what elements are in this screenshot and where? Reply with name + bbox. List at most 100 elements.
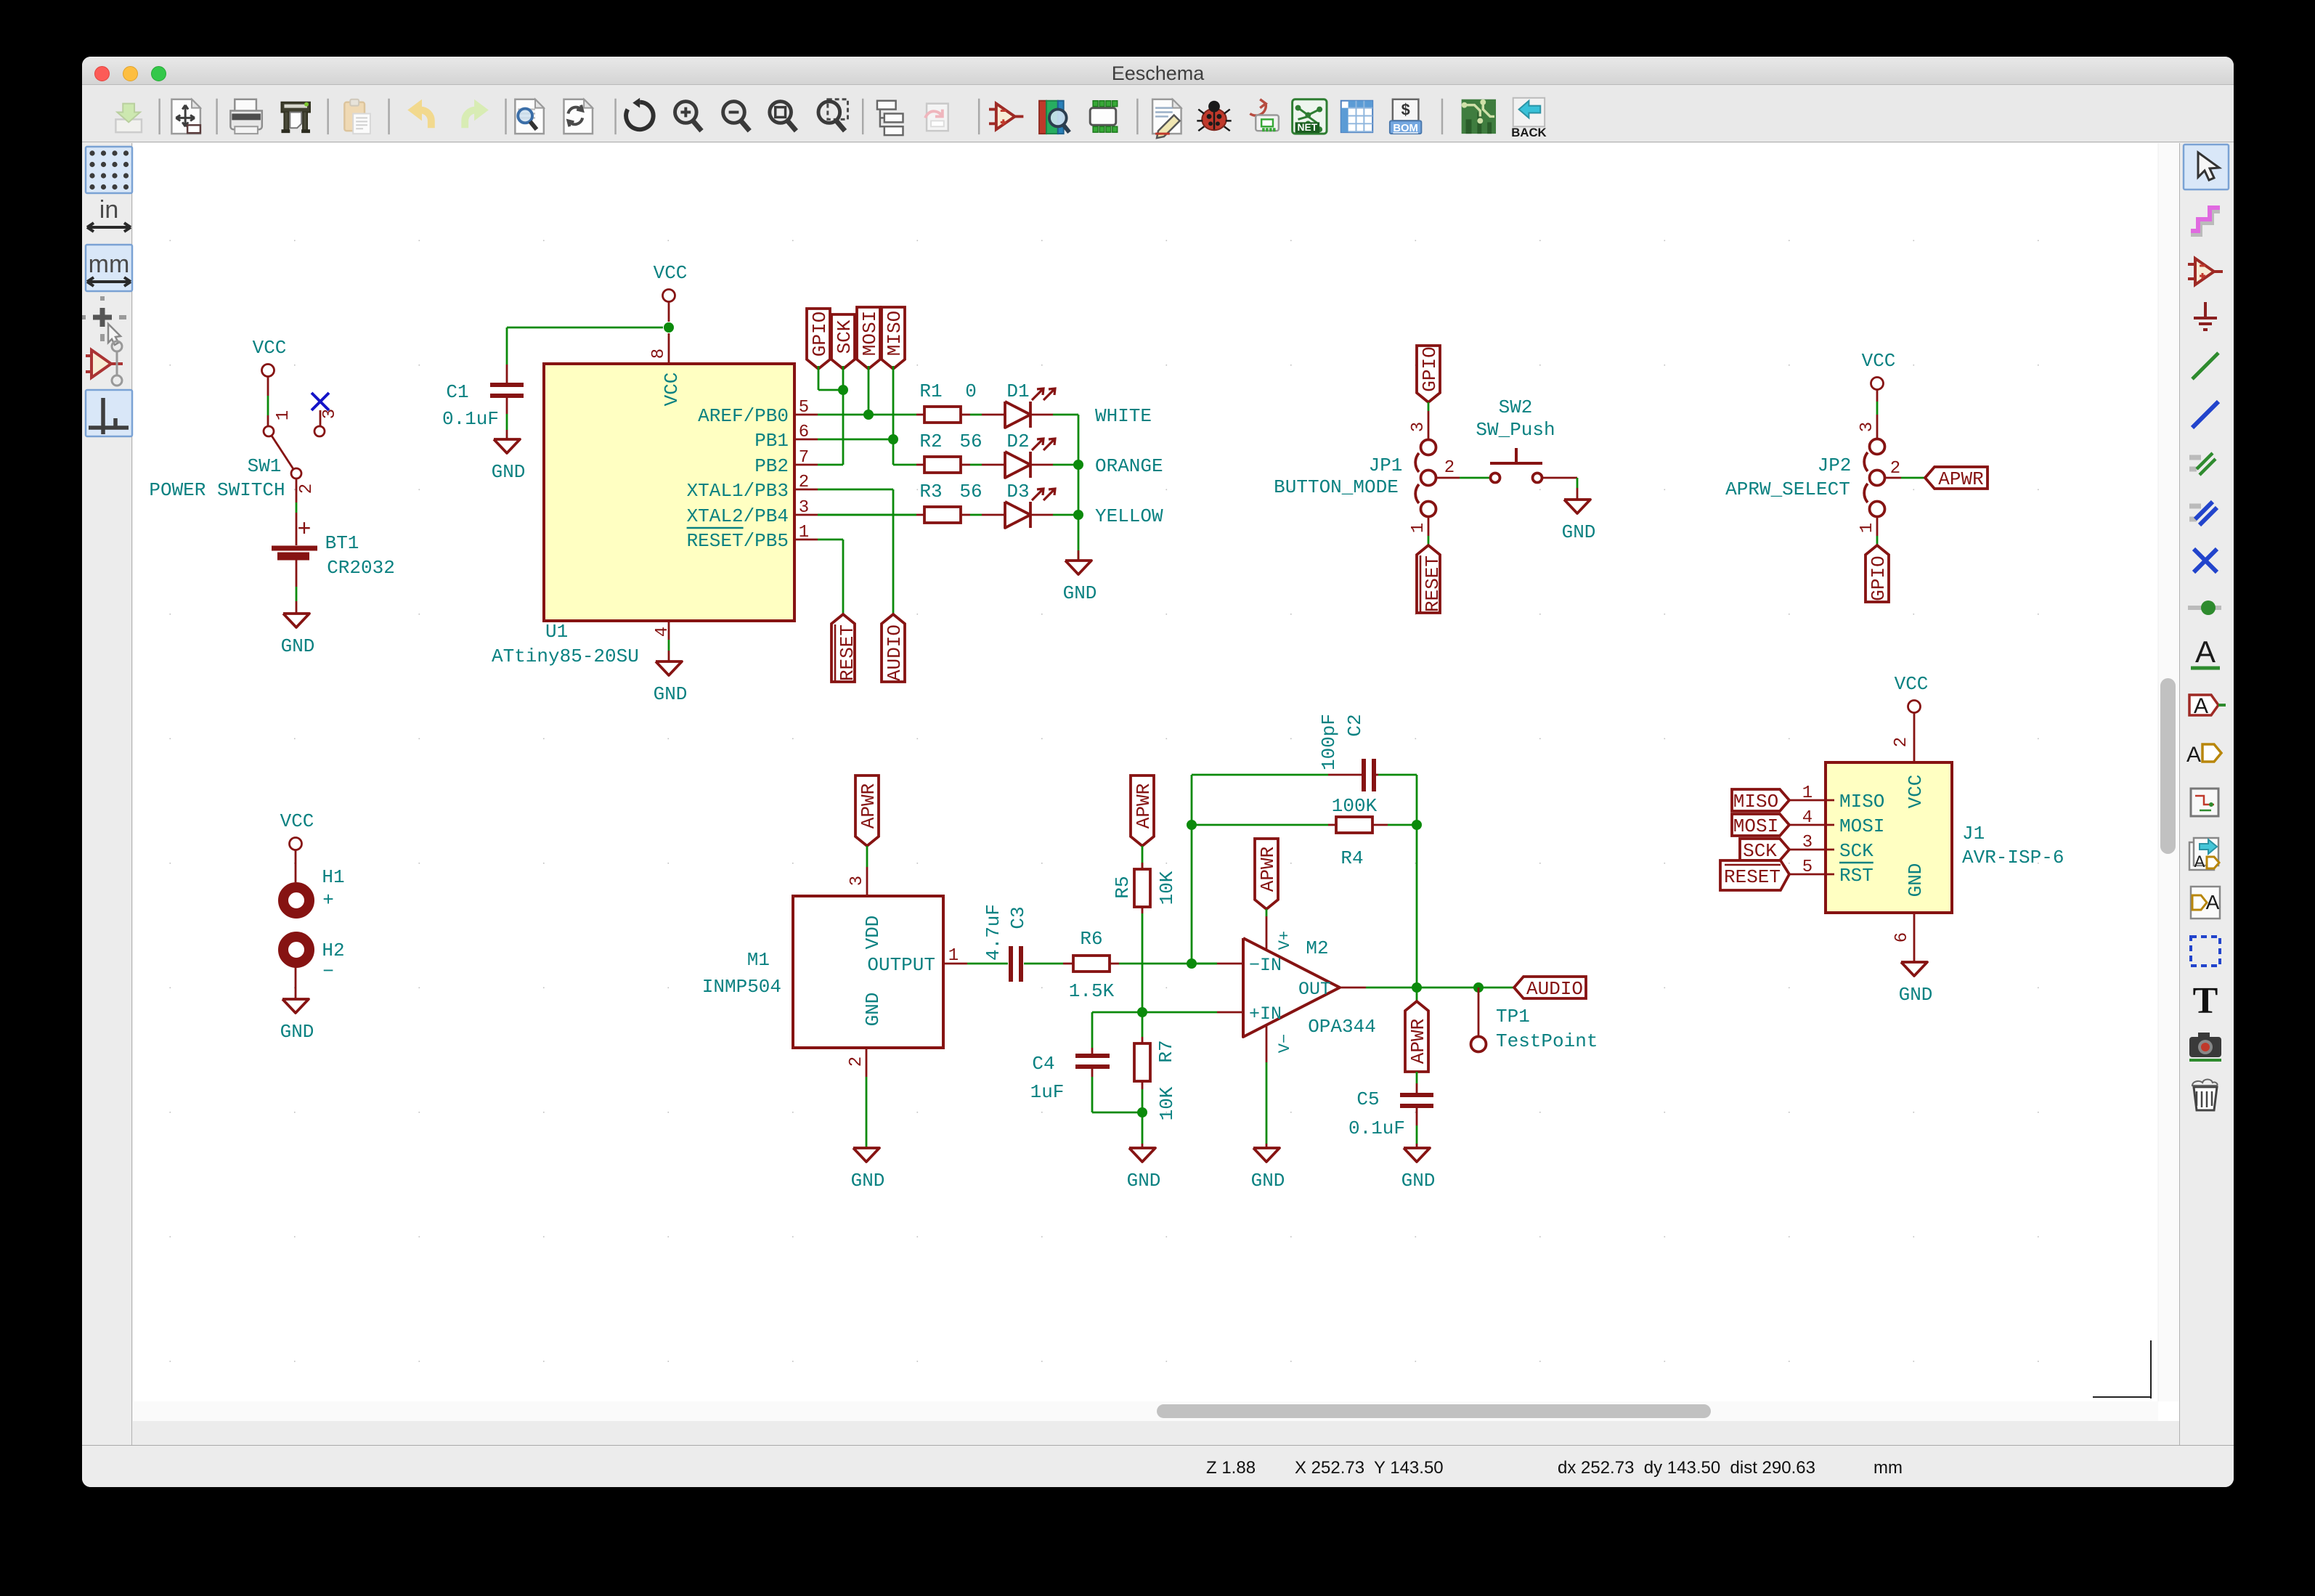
svg-text:APWR: APWR xyxy=(1407,1019,1429,1064)
svg-text:GND: GND xyxy=(654,683,688,705)
svg-text:+IN: +IN xyxy=(1249,1003,1282,1025)
svg-text:ATtiny85-20SU: ATtiny85-20SU xyxy=(492,646,639,667)
svg-text:T: T xyxy=(2193,980,2218,1022)
svg-text:6: 6 xyxy=(1892,932,1912,942)
svg-text:MISO: MISO xyxy=(1839,791,1884,813)
svg-text:0.1uF: 0.1uF xyxy=(442,408,499,430)
svg-text:C3: C3 xyxy=(1007,906,1029,929)
svg-text:SCK: SCK xyxy=(834,319,855,354)
svg-text:H1: H1 xyxy=(322,866,344,888)
svg-text:AVR-ISP-6: AVR-ISP-6 xyxy=(1962,847,2064,868)
svg-text:INMP504: INMP504 xyxy=(702,976,781,998)
svg-text:VCC: VCC xyxy=(661,372,683,407)
svg-text:PB2: PB2 xyxy=(754,455,789,477)
svg-text:VCC: VCC xyxy=(253,337,287,359)
svg-text:NET: NET xyxy=(1298,121,1318,133)
svg-text:R2: R2 xyxy=(919,431,942,452)
svg-text:GND: GND xyxy=(1063,582,1097,604)
svg-text:APWR: APWR xyxy=(858,783,879,828)
svg-text:D3: D3 xyxy=(1006,481,1029,502)
svg-text:2: 2 xyxy=(297,484,317,494)
svg-text:GND: GND xyxy=(281,635,315,657)
svg-text:GND: GND xyxy=(280,1021,314,1043)
svg-text:mm: mm xyxy=(89,251,130,278)
svg-text:−IN: −IN xyxy=(1249,955,1282,976)
svg-text:XTAL1/PB3: XTAL1/PB3 xyxy=(687,480,789,502)
svg-text:GPIO: GPIO xyxy=(1419,346,1441,391)
svg-text:C1: C1 xyxy=(446,381,468,403)
svg-text:GND: GND xyxy=(1127,1170,1161,1192)
svg-text:1: 1 xyxy=(799,523,809,542)
svg-text:+: + xyxy=(297,516,311,543)
svg-text:1: 1 xyxy=(274,410,293,420)
svg-text:6: 6 xyxy=(799,423,809,442)
svg-text:R4: R4 xyxy=(1340,847,1363,869)
svg-text:AREF/PB0: AREF/PB0 xyxy=(698,405,789,427)
svg-text:CR2032: CR2032 xyxy=(327,557,395,579)
svg-text:GND: GND xyxy=(862,993,884,1027)
svg-text:J1: J1 xyxy=(1962,823,1985,844)
svg-text:M1: M1 xyxy=(747,949,770,971)
svg-text:GND: GND xyxy=(851,1170,885,1192)
svg-text:APWR: APWR xyxy=(1133,783,1155,828)
svg-text:+: + xyxy=(322,889,334,911)
svg-text:OUTPUT: OUTPUT xyxy=(867,954,935,976)
svg-text:ORANGE: ORANGE xyxy=(1095,455,1163,477)
svg-text:7: 7 xyxy=(799,448,809,468)
svg-text:in: in xyxy=(99,196,118,224)
svg-text:JP2: JP2 xyxy=(1818,455,1852,476)
svg-text:SCK: SCK xyxy=(1839,840,1873,862)
svg-text:3: 3 xyxy=(1409,422,1428,432)
svg-text:VCC: VCC xyxy=(1862,350,1896,372)
svg-text:SW2: SW2 xyxy=(1499,396,1533,418)
svg-text:SCK: SCK xyxy=(1743,840,1777,862)
svg-text:H2: H2 xyxy=(322,940,344,961)
svg-text:VCC: VCC xyxy=(654,262,688,284)
svg-text:GND: GND xyxy=(1251,1170,1285,1192)
svg-text:A: A xyxy=(2194,852,2205,871)
svg-text:MOSI: MOSI xyxy=(1733,815,1778,837)
svg-text:WHITE: WHITE xyxy=(1095,405,1152,427)
svg-text:10K: 10K xyxy=(1156,1086,1178,1120)
svg-text:SW1: SW1 xyxy=(248,455,282,477)
svg-text:D1: D1 xyxy=(1006,380,1029,402)
svg-text:OUT: OUT xyxy=(1298,979,1331,1000)
svg-text:10K: 10K xyxy=(1156,871,1178,905)
svg-text:MISO: MISO xyxy=(884,311,906,356)
svg-text:VCC: VCC xyxy=(1895,673,1929,695)
svg-text:GND: GND xyxy=(1905,863,1927,897)
svg-text:MOSI: MOSI xyxy=(1839,815,1884,837)
svg-text:2: 2 xyxy=(1890,459,1900,479)
svg-text:TestPoint: TestPoint xyxy=(1496,1030,1598,1052)
svg-text:D2: D2 xyxy=(1006,431,1029,452)
svg-text:GND: GND xyxy=(1562,521,1596,543)
svg-text:2: 2 xyxy=(799,473,809,492)
svg-text:GND: GND xyxy=(1401,1170,1436,1192)
svg-text:VCC: VCC xyxy=(1905,775,1927,809)
svg-text:U1: U1 xyxy=(545,621,568,643)
svg-text:4: 4 xyxy=(653,627,672,637)
svg-text:4.7uF: 4.7uF xyxy=(982,904,1004,961)
svg-text:TP1: TP1 xyxy=(1496,1006,1530,1027)
svg-text:VDD: VDD xyxy=(862,916,884,950)
svg-text:3: 3 xyxy=(320,409,340,419)
svg-text:A: A xyxy=(2186,743,2201,767)
svg-text:R3: R3 xyxy=(919,481,942,502)
svg-text:OPA344: OPA344 xyxy=(1308,1016,1376,1038)
svg-text:1: 1 xyxy=(1858,523,1877,533)
svg-text:5: 5 xyxy=(799,398,809,418)
svg-text:56: 56 xyxy=(959,481,982,502)
svg-text:1: 1 xyxy=(1802,783,1812,803)
svg-text:C4: C4 xyxy=(1032,1053,1054,1075)
svg-text:8: 8 xyxy=(649,349,669,359)
svg-text:RESET: RESET xyxy=(1724,866,1781,888)
svg-text:2: 2 xyxy=(1892,737,1911,747)
svg-text:RESET: RESET xyxy=(1422,555,1444,612)
svg-text:C2: C2 xyxy=(1344,714,1366,736)
svg-text:0: 0 xyxy=(965,380,977,402)
svg-text:POWER SWITCH: POWER SWITCH xyxy=(149,479,285,501)
svg-text:V+: V+ xyxy=(1276,931,1294,950)
svg-text:JP1: JP1 xyxy=(1369,455,1403,476)
svg-text:AUDIO: AUDIO xyxy=(884,624,906,681)
svg-text:BT1: BT1 xyxy=(325,532,359,554)
